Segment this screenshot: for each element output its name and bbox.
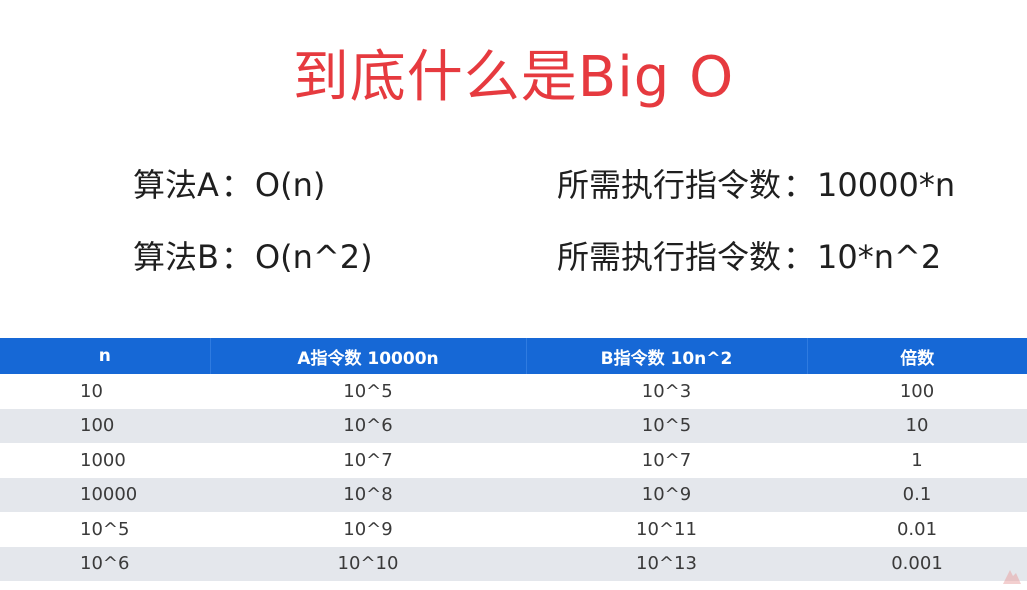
header-ratio: 倍数 [900, 348, 935, 369]
cell-n: 10^6 [80, 553, 130, 575]
comparison-table: n A指令数 10000n B指令数 10n^2 倍数 10 10^5 10^3… [0, 338, 1027, 581]
cell-n: 1000 [80, 449, 126, 471]
algorithm-b-row: 算法B：O(n^2) 所需执行指令数：10*n^2 [0, 232, 1027, 282]
watermark-logo-icon [1003, 570, 1021, 584]
cell-a: 10^6 [343, 415, 393, 437]
algorithm-b-instr-colon: ： [783, 238, 816, 276]
header-a-instructions: A指令数 10000n [210, 338, 527, 374]
cell-b: 10^3 [641, 380, 692, 402]
algorithm-b-big-o: O(n^2) [254, 238, 373, 276]
cell-b: 10^7 [641, 449, 692, 471]
cell-ratio: 0.01 [896, 518, 938, 540]
cell-ratio: 10 [905, 415, 929, 437]
cell-n: 100 [80, 415, 115, 437]
cell-a: 10^7 [343, 449, 393, 471]
table-row: 10 10^5 10^3 100 [0, 374, 1027, 409]
cell-a: 10^5 [343, 380, 393, 402]
cell-ratio: 1 [911, 449, 923, 471]
table-row: 100 10^6 10^5 10 [0, 408, 1027, 443]
cell-a: 10^9 [343, 518, 393, 540]
cell-ratio: 0.1 [902, 484, 932, 506]
cell-ratio: 100 [899, 380, 935, 402]
algorithm-b-complexity: 算法B：O(n^2) [133, 232, 373, 282]
algorithm-a-complexity: 算法A：O(n) [133, 160, 325, 210]
algorithm-a-colon: ： [220, 166, 253, 204]
cell-b: 10^13 [636, 553, 697, 575]
header-b-instructions: B指令数 10n^2 [526, 338, 808, 374]
table-row: 10^5 10^9 10^11 0.01 [0, 512, 1027, 547]
cell-b: 10^9 [641, 484, 692, 506]
table-row: 10^6 10^10 10^13 0.001 [0, 546, 1027, 581]
table-row: 1000 10^7 10^7 1 [0, 443, 1027, 478]
table-header-row: n A指令数 10000n B指令数 10n^2 倍数 [0, 338, 1027, 374]
cell-n: 10 [80, 380, 103, 402]
table-row: 10000 10^8 10^9 0.1 [0, 477, 1027, 512]
algorithm-b-instructions: 所需执行指令数：10*n^2 [557, 232, 941, 282]
cell-a: 10^8 [343, 484, 393, 506]
cell-b: 10^5 [641, 415, 692, 437]
cell-a: 10^10 [337, 553, 399, 575]
algorithm-a-big-o: O(n) [254, 166, 326, 204]
algorithm-b-instr-label: 所需执行指令数 [557, 238, 782, 276]
cell-n: 10^5 [80, 518, 130, 540]
algorithm-b-instr-value: 10*n^2 [817, 238, 942, 276]
algorithm-a-instr-colon: ： [783, 166, 816, 204]
header-n: n [0, 338, 211, 374]
algorithm-a-instructions: 所需执行指令数：10000*n [557, 160, 955, 210]
algorithm-b-name: 算法B [133, 238, 219, 276]
algorithm-a-row: 算法A：O(n) 所需执行指令数：10000*n [0, 160, 1027, 210]
algorithm-b-colon: ： [220, 238, 253, 276]
algorithm-a-instr-label: 所需执行指令数 [557, 166, 782, 204]
cell-b: 10^11 [636, 518, 697, 540]
algorithm-a-instr-value: 10000*n [817, 166, 956, 204]
algorithm-a-name: 算法A [133, 166, 219, 204]
cell-n: 10000 [80, 484, 138, 506]
slide-title: 到底什么是Big O [292, 45, 735, 110]
cell-ratio: 0.001 [891, 553, 943, 575]
